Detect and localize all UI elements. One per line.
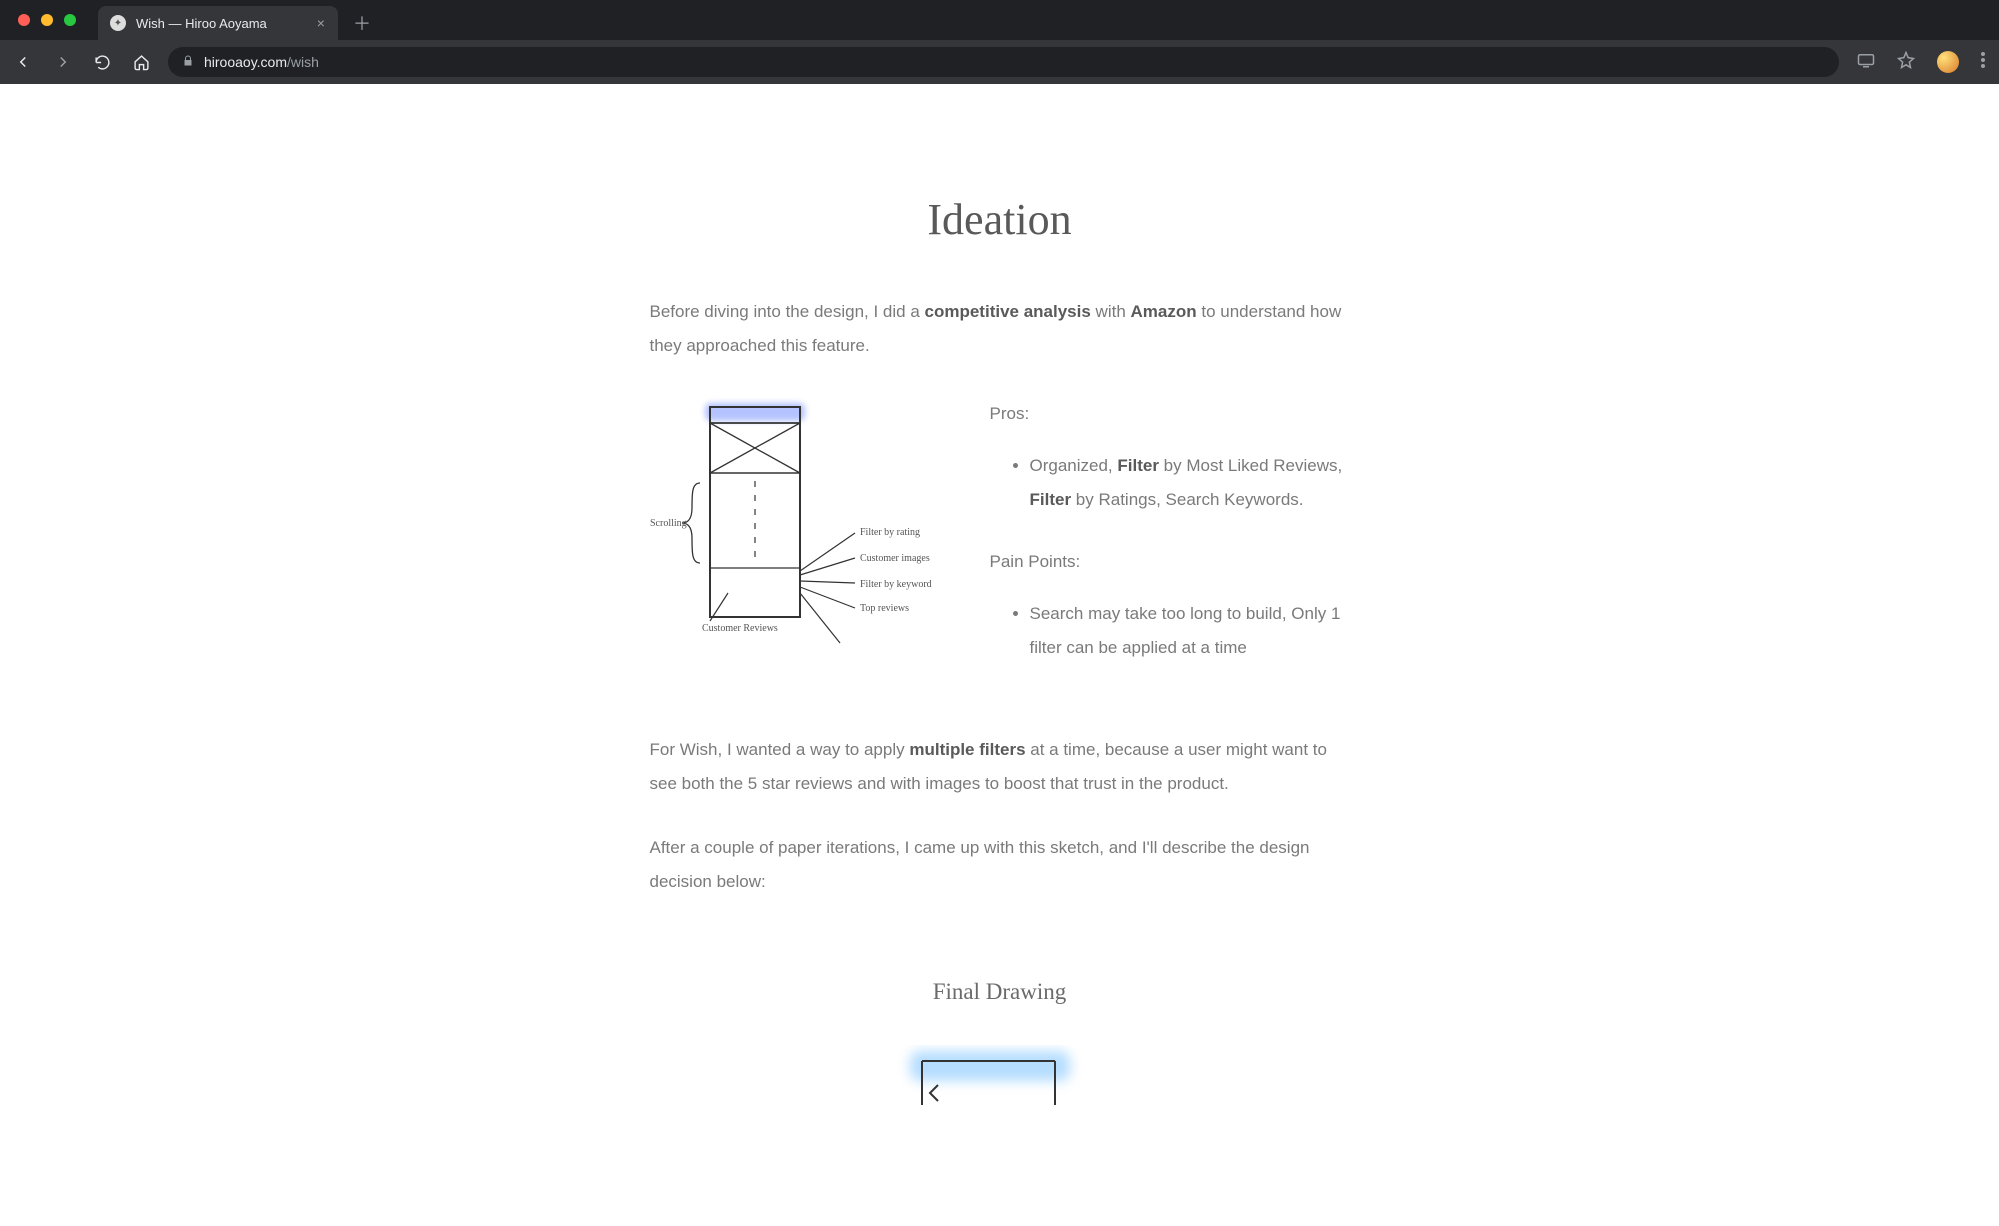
sketch-label-scrolling: Scrolling xyxy=(650,518,687,529)
pain-points-list: Search may take too long to build, Only … xyxy=(990,597,1350,665)
final-drawing-heading: Final Drawing xyxy=(650,979,1350,1005)
window-minimize-button[interactable] xyxy=(41,14,53,26)
section-title: Ideation xyxy=(650,194,1350,245)
url-host: hirooaoy.com xyxy=(204,54,287,70)
analysis-notes: Pros: Organized, Filter by Most Liked Re… xyxy=(990,393,1350,693)
sketch-label-filter-keyword: Filter by keyword xyxy=(860,579,932,590)
tab-title: Wish — Hiroo Aoyama xyxy=(136,16,267,31)
bookmark-star-icon[interactable] xyxy=(1897,51,1915,74)
intro-paragraph: Before diving into the design, I did a c… xyxy=(650,295,1350,363)
final-drawing-sketch xyxy=(650,1045,1350,1105)
install-app-icon[interactable] xyxy=(1857,52,1875,73)
tab-strip: ✦ Wish — Hiroo Aoyama × ＋ xyxy=(0,0,1999,40)
intro-text: Before diving into the design, I did a xyxy=(650,302,925,321)
toolbar-right-icons xyxy=(1857,51,1985,74)
intro-bold-2: Amazon xyxy=(1131,302,1197,321)
pros-label: Pros: xyxy=(990,397,1350,431)
window-close-button[interactable] xyxy=(18,14,30,26)
new-tab-button[interactable]: ＋ xyxy=(348,9,376,37)
sketch-label-filter-rating: Filter by rating xyxy=(860,527,920,538)
analysis-row: Scrolling Customer Reviews Filter by rat… xyxy=(650,393,1350,693)
address-bar[interactable]: hirooaoy.com/wish xyxy=(168,47,1839,77)
profile-avatar[interactable] xyxy=(1937,51,1959,73)
url-path: /wish xyxy=(287,54,319,70)
competitive-sketch: Scrolling Customer Reviews Filter by rat… xyxy=(650,393,950,693)
forward-button[interactable] xyxy=(54,53,72,71)
browser-chrome: ✦ Wish — Hiroo Aoyama × ＋ h xyxy=(0,0,1999,84)
intro-bold-1: competitive analysis xyxy=(925,302,1091,321)
window-controls xyxy=(14,0,84,40)
back-button[interactable] xyxy=(14,53,32,71)
url-text: hirooaoy.com/wish xyxy=(204,54,319,70)
pros-item: Organized, Filter by Most Liked Reviews,… xyxy=(1030,449,1350,517)
browser-toolbar: hirooaoy.com/wish xyxy=(0,40,1999,84)
window-maximize-button[interactable] xyxy=(64,14,76,26)
tab-close-icon[interactable]: × xyxy=(317,15,325,31)
sketch-label-customer-reviews: Customer Reviews xyxy=(702,623,778,634)
sketch-label-top-reviews: Top reviews xyxy=(860,603,909,614)
pain-points-item: Search may take too long to build, Only … xyxy=(1030,597,1350,665)
pros-list: Organized, Filter by Most Liked Reviews,… xyxy=(990,449,1350,517)
para-iterations: After a couple of paper iterations, I ca… xyxy=(650,831,1350,899)
lock-icon xyxy=(182,55,194,70)
nav-icon-group xyxy=(14,53,150,71)
pain-points-label: Pain Points: xyxy=(990,545,1350,579)
page-viewport: Ideation Before diving into the design, … xyxy=(0,84,1999,1226)
article-content: Ideation Before diving into the design, … xyxy=(650,84,1350,1105)
kebab-menu-icon[interactable] xyxy=(1981,52,1985,73)
para-multiple-filters: For Wish, I wanted a way to apply multip… xyxy=(650,733,1350,801)
browser-tab[interactable]: ✦ Wish — Hiroo Aoyama × xyxy=(98,6,338,40)
tab-favicon-icon: ✦ xyxy=(110,15,126,31)
intro-text-2: with xyxy=(1091,302,1131,321)
home-button[interactable] xyxy=(133,54,150,71)
sketch-label-customer-images: Customer images xyxy=(860,553,930,564)
reload-button[interactable] xyxy=(94,54,111,71)
